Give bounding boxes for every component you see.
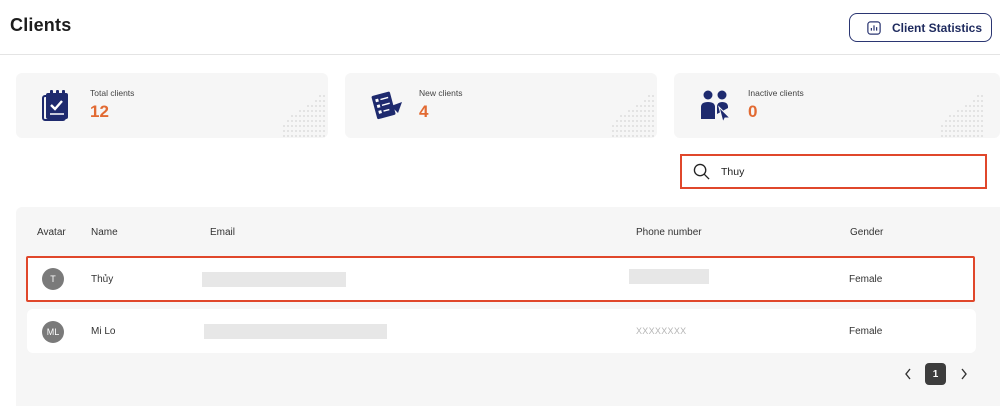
phone-redacted: [629, 269, 709, 284]
card-value: 0: [748, 102, 758, 121]
page-1-button[interactable]: 1: [925, 363, 946, 385]
dot-pattern-icon: [612, 95, 654, 137]
avatar: ML: [42, 321, 64, 343]
next-page-button[interactable]: [957, 366, 971, 382]
card-label: Total clients: [90, 88, 135, 98]
column-header-name: Name: [91, 227, 118, 238]
email-redacted: [202, 272, 346, 287]
card-label: Inactive clients: [748, 88, 804, 98]
client-phone: XXXXXXXX: [636, 326, 687, 336]
client-statistics-button[interactable]: Client Statistics: [849, 13, 992, 42]
client-name: Mi Lo: [91, 326, 116, 337]
inactive-clients-card: Inactive clients 0: [674, 73, 1000, 138]
total-clients-card: Total clients 12: [16, 73, 328, 138]
search-box[interactable]: [680, 154, 987, 189]
client-statistics-label: Client Statistics: [892, 20, 983, 35]
email-redacted: [204, 324, 387, 339]
dot-pattern-icon: [283, 95, 325, 137]
column-header-email: Email: [210, 227, 236, 238]
bar-chart-icon: [867, 20, 881, 35]
table-row[interactable]: [26, 256, 975, 302]
avatar: T: [42, 268, 64, 290]
column-header-phone: Phone number: [636, 227, 702, 238]
dot-pattern-icon: [941, 95, 983, 137]
client-name: Thủy: [91, 274, 114, 285]
page-header: Clients Client Statistics: [0, 0, 1000, 55]
new-clients-card: New clients 4: [345, 73, 657, 138]
clipboard-check-icon: [42, 90, 68, 121]
client-gender: Female: [849, 274, 883, 285]
new-client-form-icon: [371, 91, 402, 120]
client-gender: Female: [849, 326, 883, 337]
inactive-users-icon: [701, 90, 732, 122]
chevron-right-icon: [961, 368, 967, 380]
table-row[interactable]: [27, 309, 976, 353]
chevron-left-icon: [905, 368, 911, 380]
card-value: 4: [419, 102, 429, 121]
column-header-avatar: Avatar: [37, 227, 66, 238]
page-title: Clients: [10, 15, 72, 35]
card-value: 12: [90, 102, 109, 121]
search-icon: [693, 163, 710, 180]
previous-page-button[interactable]: [901, 366, 915, 382]
card-label: New clients: [419, 88, 463, 98]
search-input[interactable]: [721, 165, 961, 178]
column-header-gender: Gender: [850, 227, 884, 238]
